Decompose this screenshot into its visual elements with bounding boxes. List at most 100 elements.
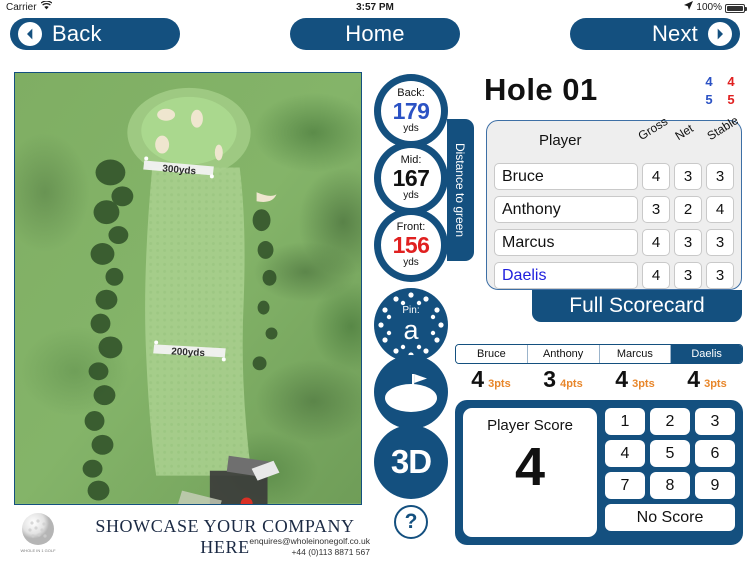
player-points-value: 3pts [632,378,655,390]
score-keypad: 1 2 3 4 5 6 7 8 9 No Score [605,408,735,537]
distance-mid-value: 167 [392,165,430,191]
pin-value: a [403,315,419,345]
location-arrow-icon [684,0,694,16]
keypad-key-8[interactable]: 8 [650,472,690,499]
player-points-bruce: 4 3pts [455,366,527,394]
scorecard-player-name[interactable]: Bruce [494,163,638,190]
status-bar: Carrier 3:57 PM 100% [0,0,750,16]
scorecard-net-cell[interactable]: 3 [674,163,702,190]
keypad-key-7[interactable]: 7 [605,472,645,499]
scorecard-stable-cell[interactable]: 3 [706,229,734,256]
player-points-row: 4 3pts 3 4pts 4 3pts 4 3pts [455,366,743,394]
scorecard-header-row: Player Gross Net Stable [487,113,741,161]
player-score-value: 3 [543,366,557,392]
player-points-value: 3pts [488,378,511,390]
table-row[interactable]: Bruce 4 3 3 [494,161,734,192]
scorecard-gross-cell[interactable]: 4 [642,262,670,289]
scorecard-header-net: Net [672,121,696,143]
course-hole-map[interactable]: 300yds 200yds [14,72,362,505]
player-points-daelis: 4 3pts [671,366,743,394]
scorecard-gross-cell[interactable]: 3 [642,196,670,223]
scorecard-stable-cell[interactable]: 4 [706,196,734,223]
golf-ball-logo-icon: WHOLE IN 1 GOLF [20,513,56,553]
hole-3d-button[interactable]: 3D [374,425,448,499]
player-tab-bar: Bruce Anthony Marcus Daelis [455,344,743,364]
distance-mid-units: yds [403,190,419,201]
status-bar-clock: 3:57 PM [356,2,394,13]
page-title: Hole 01 [484,72,598,107]
top-navigation-bar: Back Home Next [0,16,750,52]
pin-position-button[interactable]: Pin: a [374,288,448,362]
svg-text:WHOLE IN 1 GOLF: WHOLE IN 1 GOLF [20,548,56,553]
hole-stat-3: 5 [727,92,735,107]
distance-back-value: 179 [392,98,430,124]
hole-stat-2: 5 [705,92,713,107]
distance-back-circle[interactable]: Back: 179 yds [374,74,448,148]
distance-to-green-tab: Distance to green [447,119,474,261]
distance-mid-circle[interactable]: Mid: 167 yds [374,141,448,215]
keypad-key-4[interactable]: 4 [605,440,645,467]
keypad-row: 4 5 6 [605,440,735,467]
table-row[interactable]: Daelis 4 3 3 [494,260,734,291]
status-bar-right: 100% [684,0,747,16]
help-button[interactable]: ? [394,505,428,539]
hole-par-stroke-index: 4 4 5 5 [698,74,742,110]
keypad-row: 1 2 3 [605,408,735,435]
scorecard-header-stable: Stable [704,113,741,143]
scorecard-gross-cell[interactable]: 4 [642,229,670,256]
table-row[interactable]: Marcus 4 3 3 [494,227,734,258]
player-score-display: Player Score 4 [463,408,597,537]
player-tab-bruce[interactable]: Bruce [456,345,528,363]
scorecard-panel: Player Gross Net Stable Bruce 4 3 3 Anth… [486,113,742,291]
distance-to-green-label: Distance to green [453,142,468,238]
keypad-key-3[interactable]: 3 [695,408,735,435]
player-tab-daelis[interactable]: Daelis [671,345,742,363]
advertisement-banner[interactable]: WHOLE IN 1 GOLF SHOWCASE YOUR COMPANY HE… [14,508,384,558]
distance-front-value: 156 [392,232,430,258]
advert-phone: +44 (0)113 8871 567 [291,547,370,557]
distance-front-units: yds [403,257,419,268]
help-label: ? [404,510,418,533]
hole-stat-1: 4 [727,74,735,89]
player-points-marcus: 4 3pts [599,366,671,394]
scorecard-net-cell[interactable]: 3 [674,262,702,289]
keypad-key-9[interactable]: 9 [695,472,735,499]
score-entry-panel: Player Score 4 1 2 3 4 5 6 7 8 9 No Scor… [455,400,743,545]
next-button-label: Next [651,21,698,46]
scorecard-player-name[interactable]: Anthony [494,196,638,223]
keypad-key-6[interactable]: 6 [695,440,735,467]
player-points-anthony: 3 4pts [527,366,599,394]
keypad-key-2[interactable]: 2 [650,408,690,435]
home-button[interactable]: Home [290,18,460,50]
back-button[interactable]: Back [10,18,180,50]
scorecard-gross-cell[interactable]: 4 [642,163,670,190]
back-button-label: Back [52,21,102,46]
keypad-key-1[interactable]: 1 [605,408,645,435]
player-score-value: 4 [687,366,701,392]
green-view-button[interactable] [374,355,448,429]
distance-to-green-group: Back: 179 yds Mid: 167 yds Front: 156 yd… [374,74,448,282]
advert-email[interactable]: enquires@wholeinonegolf.co.uk [70,536,370,546]
scorecard-stable-cell[interactable]: 3 [706,163,734,190]
battery-percent-label: 100% [696,2,722,13]
scorecard-player-name[interactable]: Daelis [494,262,638,289]
player-score-number: 4 [514,437,546,497]
map-aerial-image: 300yds 200yds [15,73,361,504]
no-score-button[interactable]: No Score [605,504,735,531]
green-flag-icon [385,374,437,412]
table-row[interactable]: Anthony 3 2 4 [494,194,734,225]
full-scorecard-button[interactable]: Full Scorecard [532,290,742,322]
scorecard-player-name[interactable]: Marcus [494,229,638,256]
player-tab-marcus[interactable]: Marcus [599,345,672,363]
scorecard-net-cell[interactable]: 2 [674,196,702,223]
player-tab-anthony[interactable]: Anthony [527,345,600,363]
player-score-value: 4 [615,366,629,392]
player-points-value: 3pts [704,378,727,390]
distance-front-circle[interactable]: Front: 156 yds [374,208,448,282]
distance-back-units: yds [403,123,419,134]
keypad-key-5[interactable]: 5 [650,440,690,467]
scorecard-net-cell[interactable]: 3 [674,229,702,256]
full-scorecard-label: Full Scorecard [569,294,705,317]
next-button[interactable]: Next [570,18,740,50]
scorecard-stable-cell[interactable]: 3 [706,262,734,289]
